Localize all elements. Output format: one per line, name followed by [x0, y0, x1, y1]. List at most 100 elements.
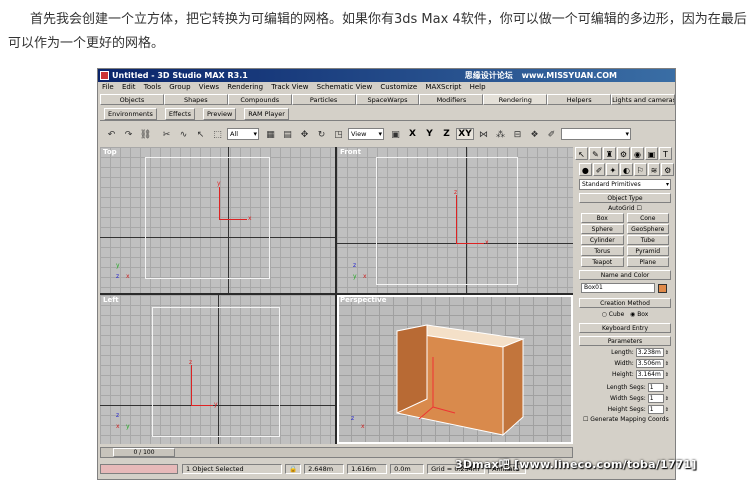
menu-tools[interactable]: Tools: [144, 83, 161, 91]
cube-radio[interactable]: ○ Cube: [602, 311, 625, 318]
width-segs-spinner[interactable]: ⇕: [665, 396, 669, 402]
parameters-rollout[interactable]: Parameters: [579, 336, 671, 346]
tab-lights-cameras[interactable]: Lights and cameras: [611, 94, 675, 105]
length-segs-spinner[interactable]: ⇕: [665, 385, 669, 391]
preview-button[interactable]: Preview: [202, 107, 237, 120]
select-move-icon[interactable]: ✥: [297, 127, 312, 142]
redo-icon[interactable]: ↷: [121, 127, 136, 142]
selection-filter-select[interactable]: All: [227, 128, 259, 140]
ram-player-button[interactable]: RAM Player: [244, 107, 289, 120]
select-icon[interactable]: ↖: [193, 127, 208, 142]
object-type-rollout[interactable]: Object Type: [579, 193, 671, 203]
creation-method-rollout[interactable]: Creation Method: [579, 298, 671, 308]
align-icon[interactable]: ⊟: [510, 127, 525, 142]
height-spinner[interactable]: ⇕: [665, 372, 669, 378]
object-name-field[interactable]: Box01: [581, 283, 655, 293]
pointer-icon[interactable]: ↖: [575, 147, 588, 160]
geosphere-button[interactable]: GeoSphere: [626, 224, 669, 234]
length-spinner[interactable]: ⇕: [665, 350, 669, 356]
tab-rendering[interactable]: Rendering: [483, 94, 548, 105]
tab-compounds[interactable]: Compounds: [227, 94, 292, 105]
select-rotate-icon[interactable]: ↻: [314, 127, 329, 142]
modify-tab-icon[interactable]: ♜: [603, 147, 616, 160]
tab-spacewarps[interactable]: SpaceWarps: [355, 94, 420, 105]
pivot-icon[interactable]: ▣: [388, 127, 403, 142]
link-icon[interactable]: ⛓: [138, 127, 153, 142]
name-color-rollout[interactable]: Name and Color: [579, 270, 671, 280]
autogrid-checkbox[interactable]: AutoGrid ☐: [575, 204, 675, 213]
display-tab-icon[interactable]: ▣: [645, 147, 658, 160]
keyboard-entry-rollout[interactable]: Keyboard Entry: [579, 323, 671, 333]
sphere-button[interactable]: Sphere: [581, 224, 624, 234]
bind-spacewarp-icon[interactable]: ∿: [176, 127, 191, 142]
width-segs-field[interactable]: 1: [647, 394, 664, 403]
width-spinner[interactable]: ⇕: [665, 361, 669, 367]
time-slider-thumb[interactable]: 0 / 100: [113, 448, 175, 457]
length-field[interactable]: 3.238m: [635, 348, 664, 357]
array-icon[interactable]: ⁂: [493, 127, 508, 142]
tab-particles[interactable]: Particles: [291, 94, 356, 105]
object-color-swatch[interactable]: [658, 283, 667, 293]
menu-customize[interactable]: Customize: [380, 83, 417, 91]
tube-button[interactable]: Tube: [626, 235, 669, 245]
coord-x[interactable]: 2.648m: [304, 464, 345, 474]
lock-icon[interactable]: 🔒: [285, 464, 302, 474]
snapshot-icon[interactable]: ❖: [527, 127, 542, 142]
box-radio[interactable]: ◉ Box: [630, 311, 648, 318]
geometry-icon[interactable]: ●: [579, 163, 592, 176]
utilities-tab-icon[interactable]: T: [659, 147, 672, 160]
axis-z-button[interactable]: Z: [439, 129, 454, 139]
height-segs-spinner[interactable]: ⇕: [665, 407, 669, 413]
primitive-category-select[interactable]: Standard Primitives: [579, 179, 671, 190]
generate-mapping-checkbox[interactable]: ☐ Generate Mapping Coords: [575, 415, 675, 425]
viewport-top[interactable]: Top y x y z x: [100, 147, 335, 293]
menu-file[interactable]: File: [102, 83, 114, 91]
motion-tab-icon[interactable]: ◉: [631, 147, 644, 160]
plane-button[interactable]: Plane: [626, 257, 669, 267]
maxscript-listener-box[interactable]: [100, 464, 178, 474]
width-field[interactable]: 3.506m: [635, 359, 664, 368]
axis-y-button[interactable]: Y: [422, 129, 437, 139]
create-tab-icon[interactable]: ✎: [589, 147, 602, 160]
viewport-perspective[interactable]: Perspective z x: [337, 295, 573, 444]
lights-icon[interactable]: ✦: [606, 163, 620, 176]
named-selection-icon[interactable]: ✐: [544, 127, 559, 142]
length-segs-field[interactable]: 1: [647, 383, 664, 392]
coord-z[interactable]: 0.0m: [390, 464, 425, 474]
menu-help[interactable]: Help: [470, 83, 486, 91]
hierarchy-tab-icon[interactable]: ⚙: [617, 147, 630, 160]
coord-y[interactable]: 1.616m: [347, 464, 388, 474]
tab-modifiers[interactable]: Modifiers: [419, 94, 484, 105]
pyramid-button[interactable]: Pyramid: [626, 246, 669, 256]
environments-button[interactable]: Environments: [104, 107, 157, 120]
menu-track-view[interactable]: Track View: [271, 83, 308, 91]
axis-x-button[interactable]: X: [405, 129, 420, 139]
select-by-list-icon[interactable]: ▤: [280, 127, 295, 142]
spacewarps-icon[interactable]: ≋: [647, 163, 661, 176]
unlink-icon[interactable]: ✂: [159, 127, 174, 142]
menu-views[interactable]: Views: [199, 83, 219, 91]
menu-maxscript[interactable]: MAXScript: [425, 83, 461, 91]
tab-objects[interactable]: Objects: [100, 94, 164, 105]
effects-button[interactable]: Effects: [164, 107, 195, 120]
systems-icon[interactable]: ⚙: [661, 163, 675, 176]
select-by-name-icon[interactable]: ▦: [263, 127, 278, 142]
tab-helpers[interactable]: Helpers: [547, 94, 612, 105]
menu-schematic-view[interactable]: Schematic View: [317, 83, 373, 91]
undo-icon[interactable]: ↶: [104, 127, 119, 142]
height-field[interactable]: 3.164m: [635, 370, 664, 379]
named-selection-select[interactable]: [561, 128, 631, 140]
axis-xy-button[interactable]: XY: [456, 128, 474, 140]
helpers-icon[interactable]: ⚐: [633, 163, 647, 176]
select-scale-icon[interactable]: ◳: [331, 127, 346, 142]
torus-button[interactable]: Torus: [581, 246, 624, 256]
tab-shapes[interactable]: Shapes: [163, 94, 228, 105]
viewport-front[interactable]: Front z x z y x: [337, 147, 573, 293]
menu-group[interactable]: Group: [169, 83, 190, 91]
box-button[interactable]: Box: [581, 213, 624, 223]
shapes-icon[interactable]: ✐: [592, 163, 606, 176]
height-segs-field[interactable]: 1: [647, 405, 664, 414]
viewport-left[interactable]: Left z y z x y: [100, 295, 335, 444]
mirror-icon[interactable]: ⋈: [476, 127, 491, 142]
menu-rendering[interactable]: Rendering: [227, 83, 263, 91]
